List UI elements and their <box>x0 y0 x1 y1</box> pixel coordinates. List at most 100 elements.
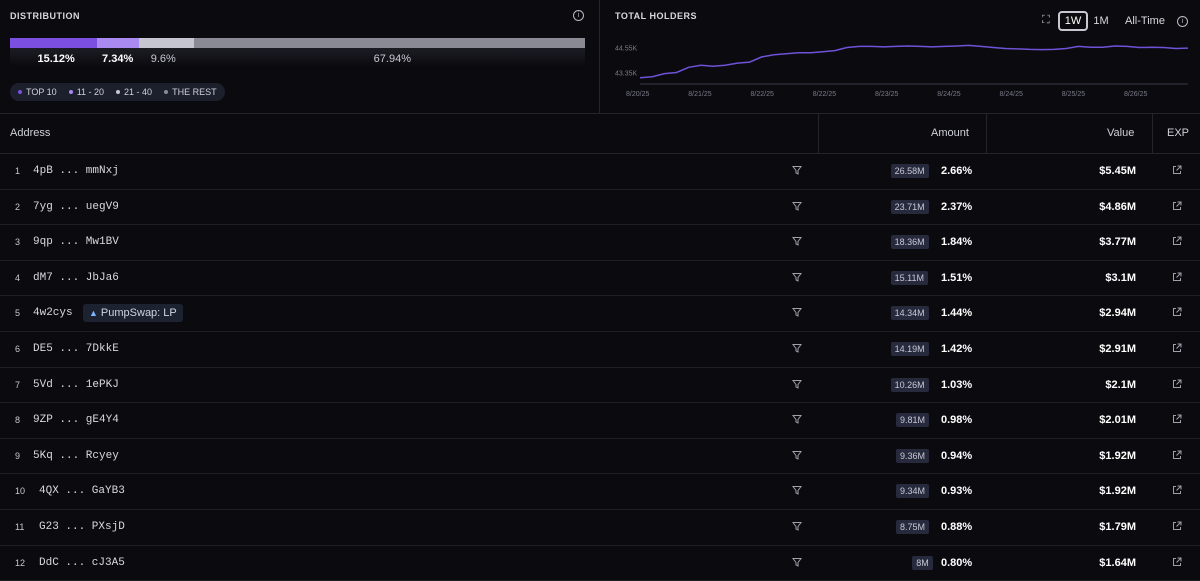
external-link-icon[interactable] <box>1172 201 1182 211</box>
external-link-icon[interactable] <box>1172 307 1182 317</box>
address-link[interactable]: G23 ... PXsjD <box>39 510 125 544</box>
filter-icon[interactable] <box>792 165 802 175</box>
filter-icon[interactable] <box>792 343 802 353</box>
flask-icon: ▲ <box>89 308 98 319</box>
column-divider <box>1152 114 1153 153</box>
holding-value: $2.94M <box>1099 307 1136 320</box>
rank-number: 2 <box>15 201 21 212</box>
distribution-segment <box>96 38 140 48</box>
rank-number: 10 <box>15 486 26 497</box>
address-link[interactable]: 5Vd ... 1ePKJ <box>33 368 119 402</box>
address-tag[interactable]: ▲ PumpSwap: LP <box>83 304 183 323</box>
filter-icon[interactable] <box>792 236 802 246</box>
address-link[interactable]: 7yg ... uegV9 <box>33 190 119 224</box>
info-icon[interactable]: i <box>573 10 584 21</box>
amount-badge: 15.11M <box>890 270 928 285</box>
holding-value: $1.92M <box>1099 485 1136 498</box>
filter-icon[interactable] <box>792 485 802 496</box>
legend-dot <box>164 90 169 94</box>
table-row[interactable]: 9 5Kq ... Rcyey 9.36M 0.94% $1.92M <box>0 439 1200 475</box>
range-all-time-button[interactable]: All-Time <box>1120 11 1170 31</box>
address-link[interactable]: 9ZP ... gE4Y4 <box>33 403 119 437</box>
legend-item[interactable]: 11 - 20 <box>68 87 105 97</box>
distribution-percent-label: 9.6% <box>150 53 176 65</box>
external-link-icon[interactable] <box>1172 379 1182 389</box>
rank-number: 12 <box>15 557 26 568</box>
value-header[interactable]: Value <box>1107 114 1134 153</box>
legend-label: 11 - 20 <box>76 87 105 97</box>
table-row[interactable]: 3 9qp ... Mw1BV 18.36M 1.84% $3.77M <box>0 225 1200 261</box>
filter-icon[interactable] <box>792 379 802 389</box>
rank-number: 7 <box>15 379 21 390</box>
legend-dot <box>18 90 22 94</box>
holders-info-icon[interactable]: i <box>1177 16 1188 27</box>
table-row[interactable]: 11 G23 ... PXsjD 8.75M 0.88% $1.79M <box>0 510 1200 546</box>
holding-value: $2.91M <box>1099 342 1136 355</box>
legend-item[interactable]: TOP 10 <box>18 87 57 97</box>
holding-value: $1.79M <box>1099 520 1136 533</box>
y-tick-label: 43.35K <box>615 71 638 78</box>
address-link[interactable]: DdC ... cJ3A5 <box>39 546 125 580</box>
distribution-panel: DISTRIBUTION i 15.12% 7.34% 9.6% 67.94% TOP… <box>0 0 600 113</box>
address-header[interactable]: Address <box>10 114 50 153</box>
external-link-icon[interactable] <box>1172 521 1182 531</box>
amount-percent: 1.03% <box>941 378 973 391</box>
external-link-icon[interactable] <box>1172 236 1182 246</box>
external-link-icon[interactable] <box>1172 165 1182 175</box>
holders-series-line <box>639 44 1189 79</box>
legend-label: TOP 10 <box>26 87 57 97</box>
amount-badge: 23.71M <box>890 199 929 214</box>
distribution-segment <box>10 38 97 48</box>
table-row[interactable]: 1 4pB ... mmNxj 26.58M 2.66% $5.45M <box>0 154 1200 190</box>
filter-icon[interactable] <box>792 450 802 460</box>
external-link-icon[interactable] <box>1172 343 1182 353</box>
external-link-icon[interactable] <box>1172 272 1182 282</box>
x-tick-label: 8/26/25 <box>1124 91 1147 98</box>
filter-icon[interactable] <box>792 201 802 211</box>
external-link-icon[interactable] <box>1172 485 1182 495</box>
address-link[interactable]: 5Kq ... Rcyey <box>33 439 119 473</box>
address-link[interactable]: DE5 ... 7DkkE <box>33 332 119 366</box>
legend-item[interactable]: THE REST <box>164 87 217 97</box>
table-row[interactable]: 10 4QX ... GaYB3 9.34M 0.93% $1.92M <box>0 474 1200 510</box>
filter-icon[interactable] <box>792 307 802 318</box>
rank-number: 11 <box>15 521 25 532</box>
column-divider <box>818 114 819 153</box>
expand-icon[interactable]: ⛶ <box>1042 14 1050 27</box>
external-link-icon[interactable] <box>1172 557 1182 567</box>
table-row[interactable]: 7 5Vd ... 1ePKJ 10.26M 1.03% $2.1M <box>0 368 1200 404</box>
amount-badge: 18.36M <box>890 235 929 250</box>
table-row[interactable]: 12 DdC ... cJ3A5 8M 0.80% $1.64M <box>0 546 1200 581</box>
holding-value: $5.45M <box>1099 165 1136 177</box>
legend-item[interactable]: 21 - 40 <box>116 87 152 97</box>
range-1w-button[interactable]: 1W <box>1058 11 1088 31</box>
amount-percent: 1.51% <box>941 271 973 284</box>
table-row[interactable]: 4 dM7 ... JbJa6 15.11M 1.51% $3.1M <box>0 261 1200 297</box>
distribution-percent-label: 15.12% <box>37 53 75 65</box>
x-tick-label: 8/25/25 <box>1062 91 1085 98</box>
table-row[interactable]: 6 DE5 ... 7DkkE 14.19M 1.42% $2.91M <box>0 332 1200 368</box>
filter-icon[interactable] <box>792 557 802 567</box>
table-row[interactable]: 8 9ZP ... gE4Y4 9.81M 0.98% $2.01M <box>0 403 1200 439</box>
address-link[interactable]: 9qp ... Mw1BV <box>33 225 119 259</box>
amount-badge: 9.34M <box>896 484 930 499</box>
filter-icon[interactable] <box>792 521 802 531</box>
rank-number: 4 <box>15 272 21 283</box>
table-row[interactable]: 2 7yg ... uegV9 23.71M 2.37% $4.86M <box>0 190 1200 226</box>
x-tick-label: 8/22/25 <box>813 91 836 98</box>
amount-badge: 14.34M <box>890 306 929 321</box>
external-link-icon[interactable] <box>1172 450 1182 460</box>
amount-header[interactable]: Amount <box>931 114 969 153</box>
range-1m-button[interactable]: 1M <box>1090 11 1112 31</box>
address-link[interactable]: 4QX ... GaYB3 <box>39 474 125 508</box>
table-row[interactable]: 5 4w2cys ▲ PumpSwap: LP 14.34M 1.44% $2.94M <box>0 296 1200 332</box>
holding-value: $4.86M <box>1099 200 1136 213</box>
address-link[interactable]: 4pB ... mmNxj <box>33 154 119 188</box>
holding-value: $2.01M <box>1099 414 1136 427</box>
address-link[interactable]: dM7 ... JbJa6 <box>33 261 119 295</box>
filter-icon[interactable] <box>792 272 802 282</box>
address-link[interactable]: 4w2cys <box>33 296 73 330</box>
external-link-icon[interactable] <box>1172 414 1182 424</box>
filter-icon[interactable] <box>792 414 802 424</box>
amount-badge: 9.81M <box>896 413 930 428</box>
